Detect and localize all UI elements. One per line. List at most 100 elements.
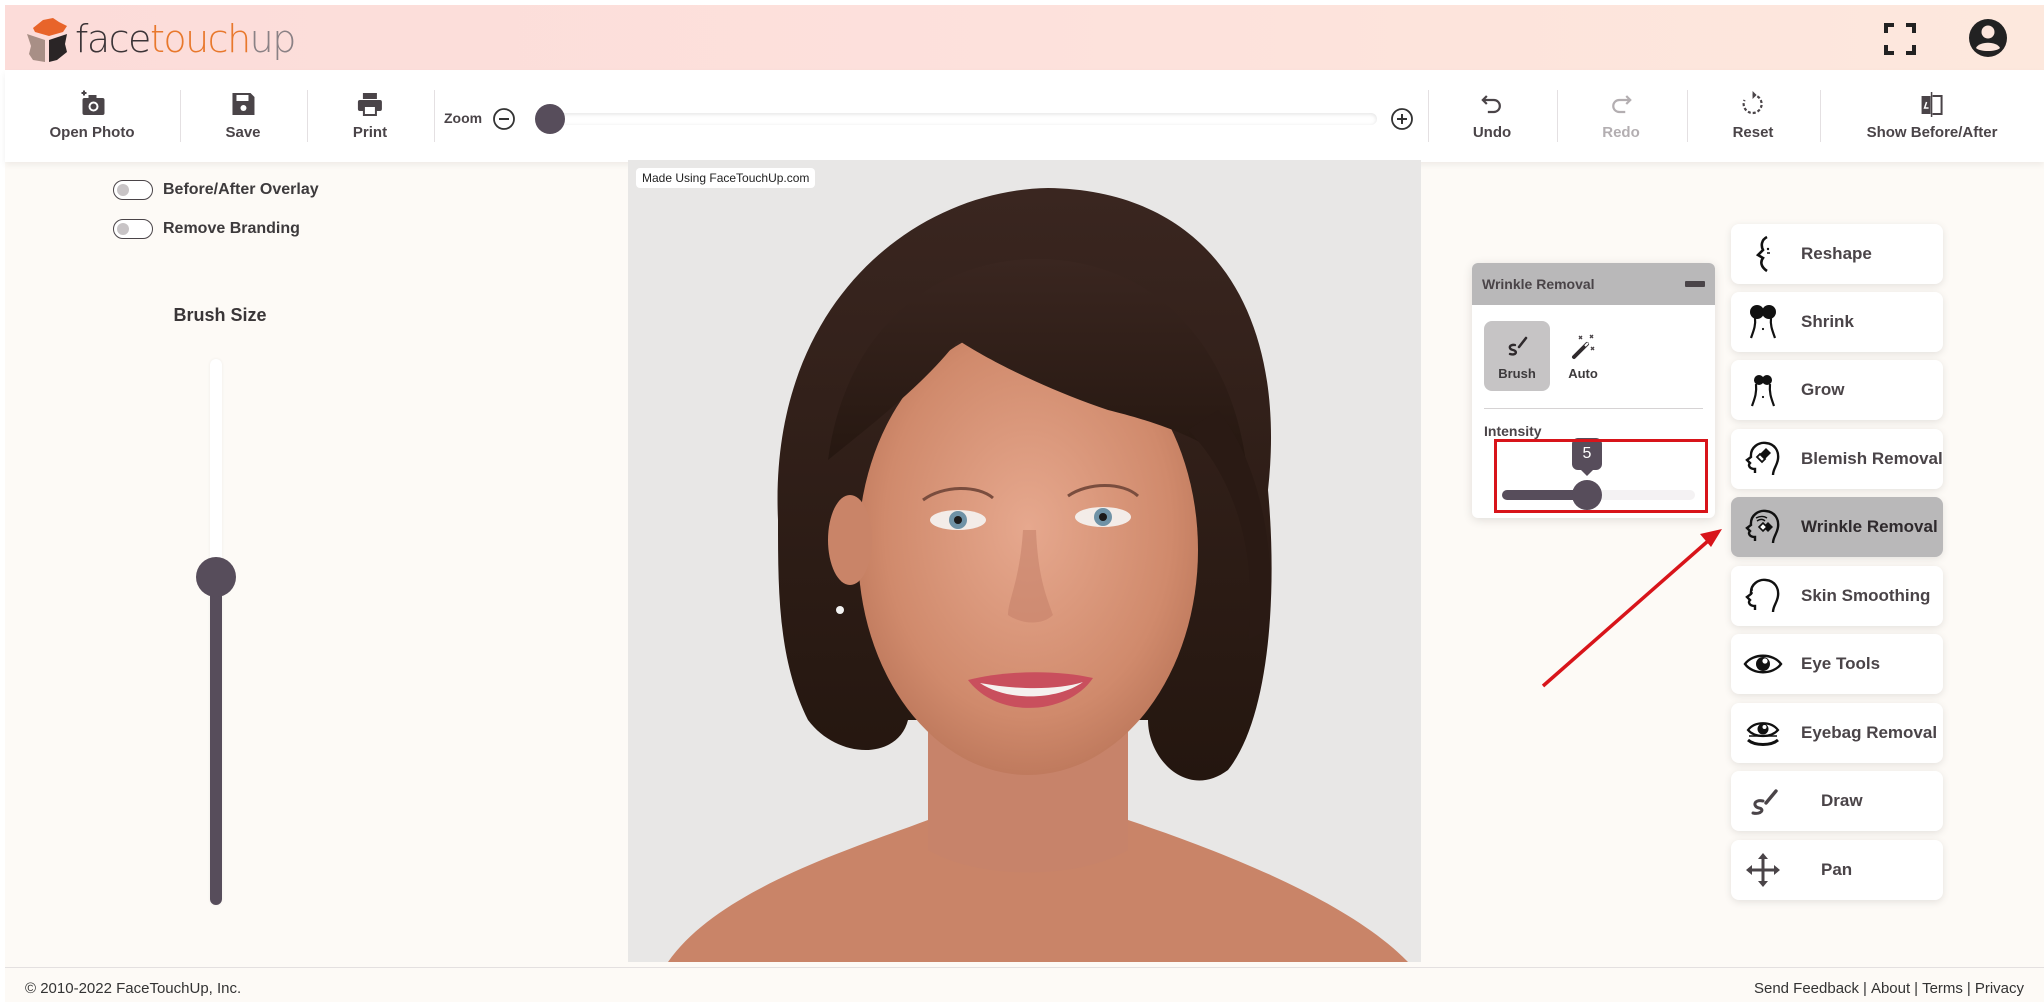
toggle-knob [117, 223, 129, 235]
zoom-slider[interactable] [535, 104, 1377, 134]
show-before-after-label: Show Before/After [1866, 124, 1998, 141]
link-separator: | [1966, 980, 1971, 997]
save-label: Save [225, 124, 261, 141]
minimize-icon[interactable] [1685, 281, 1705, 287]
watermark-label: Made Using FaceTouchUp.com [636, 168, 816, 188]
mode-auto-button[interactable]: Auto [1550, 321, 1616, 391]
mode-auto-label: Auto [1568, 365, 1598, 381]
app-root: facetouchup Open Photo Save Print Zoom U… [5, 5, 2044, 1002]
save-button[interactable]: Save [225, 90, 261, 141]
tool-label: Draw [1821, 791, 1863, 810]
tool-eyebag-removal-button[interactable]: Eyebag Removal [1731, 703, 1943, 763]
send-feedback-link[interactable]: Send Feedback [1754, 980, 1859, 997]
toggle-switch[interactable] [113, 219, 153, 239]
redo-label: Redo [1602, 124, 1640, 141]
tool-label: Grow [1801, 380, 1845, 399]
logo-text-face: face [75, 17, 151, 61]
brush-size-thumb[interactable] [196, 557, 236, 598]
account-circle-icon[interactable] [1967, 17, 2009, 59]
copyright-text: © 2010-2022 FaceTouchUp, Inc. [25, 980, 242, 997]
open-photo-label: Open Photo [49, 124, 135, 141]
intensity-label: Intensity [1484, 423, 1542, 439]
compare-icon [1921, 92, 1943, 117]
link-separator: | [1914, 980, 1919, 997]
tool-reshape-button[interactable]: Reshape [1731, 224, 1943, 284]
undo-label: Undo [1472, 124, 1512, 141]
reset-button[interactable]: Reset [1732, 90, 1774, 141]
photo-canvas[interactable]: Made Using FaceTouchUp.com [628, 160, 1421, 962]
about-link[interactable]: About [1871, 980, 1910, 997]
brush-size-fill [210, 577, 222, 905]
remove-branding-toggle[interactable]: Remove Branding [113, 219, 300, 239]
footer-links: Send Feedback | About | Terms | Privacy [1754, 980, 2024, 997]
tool-eye-tools-button[interactable]: Eye Tools [1731, 634, 1943, 694]
eye-icon [1743, 654, 1783, 674]
tool-grow-button[interactable]: Grow [1731, 360, 1943, 420]
zoom-label: Zoom [444, 110, 483, 126]
panel-header: Wrinkle Removal [1472, 263, 1715, 305]
tool-skin-smoothing-button[interactable]: Skin Smoothing [1731, 566, 1943, 626]
undo-icon [1481, 95, 1502, 114]
face-profile-icon [1755, 235, 1770, 273]
redo-button[interactable]: Redo [1602, 90, 1640, 141]
toolbar-divider [1557, 90, 1558, 142]
portrait-photo [628, 160, 1421, 962]
brush-size-slider[interactable] [196, 359, 236, 905]
logo[interactable]: facetouchup [23, 13, 297, 65]
printer-icon [357, 93, 382, 116]
undo-button[interactable]: Undo [1473, 90, 1511, 141]
redo-icon [1611, 95, 1632, 114]
terms-link[interactable]: Terms [1922, 980, 1963, 997]
grow-icon [1750, 375, 1776, 407]
brush-size-title: Brush Size [173, 305, 267, 325]
wrinkle-head-icon [1745, 509, 1780, 544]
logo-text: facetouchup [75, 17, 297, 61]
before-after-overlay-toggle[interactable]: Before/After Overlay [113, 180, 319, 200]
zoom-slider-thumb[interactable] [535, 104, 565, 134]
mode-brush-button[interactable]: Brush [1484, 321, 1550, 391]
toggle-switch[interactable] [113, 180, 153, 200]
tool-label: Wrinkle Removal [1801, 517, 1938, 536]
panel-divider [1484, 408, 1703, 409]
tool-label: Pan [1821, 860, 1853, 879]
toolbar-divider [1428, 90, 1429, 142]
intensity-slider[interactable]: 5 [1502, 438, 1695, 510]
toolbar-divider [180, 90, 181, 142]
shrink-icon [1749, 305, 1777, 339]
tool-label: Reshape [1801, 244, 1872, 263]
tool-draw-button[interactable]: Draw [1731, 771, 1943, 831]
footer: © 2010-2022 FaceTouchUp, Inc. Send Feedb… [5, 967, 2044, 1002]
head-outline-icon [1745, 578, 1780, 613]
print-button[interactable]: Print [353, 90, 387, 141]
logo-mark-icon [27, 18, 67, 62]
pan-arrows-icon [1746, 853, 1780, 887]
brush-icon [1508, 336, 1528, 356]
tool-label: Eyebag Removal [1801, 723, 1938, 742]
draw-icon [1751, 789, 1778, 815]
open-photo-button[interactable]: Open Photo [50, 90, 135, 141]
ear [828, 495, 872, 585]
tool-blemish-removal-button[interactable]: Blemish Removal [1731, 429, 1943, 489]
zoom-in-icon[interactable] [1390, 107, 1414, 131]
magic-wand-icon [1572, 334, 1595, 359]
fullscreen-icon[interactable] [1882, 21, 1918, 57]
logo-text-up: up [249, 17, 297, 61]
link-separator: | [1863, 980, 1867, 997]
tool-label: Blemish Removal [1801, 449, 1943, 468]
eyebag-icon [1746, 722, 1780, 746]
privacy-link[interactable]: Privacy [1975, 980, 2024, 997]
reset-icon [1742, 91, 1764, 115]
logo-text-touch: touch [149, 17, 251, 61]
reset-label: Reset [1732, 124, 1774, 141]
toggle-label: Remove Branding [163, 220, 300, 237]
zoom-out-icon[interactable] [492, 107, 516, 131]
toggle-label: Before/After Overlay [163, 181, 319, 198]
toolbar-divider [307, 90, 308, 142]
tool-shrink-button[interactable]: Shrink [1731, 292, 1943, 352]
mode-brush-label: Brush [1498, 365, 1536, 381]
tool-pan-button[interactable]: Pan [1731, 840, 1943, 900]
show-before-after-button[interactable]: Show Before/After [1866, 90, 1998, 141]
intensity-value-bubble: 5 [1571, 438, 1602, 476]
intensity-slider-thumb[interactable] [1571, 480, 1602, 510]
tool-wrinkle-removal-button[interactable]: Wrinkle Removal [1731, 497, 1943, 557]
